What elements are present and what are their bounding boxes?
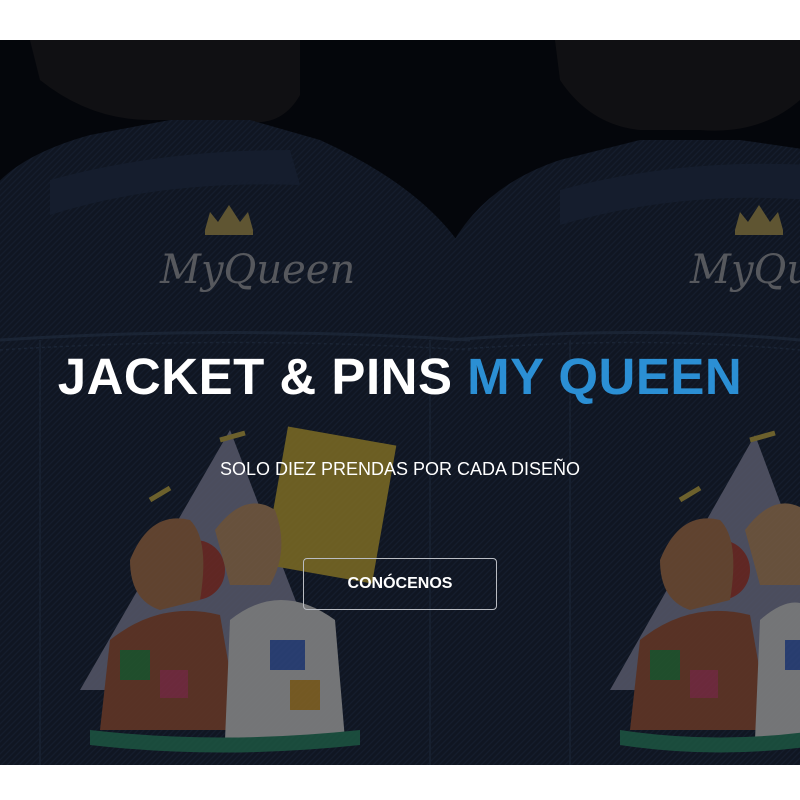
person-head-left <box>30 40 300 123</box>
hero-headline: JACKET & PINS MY QUEEN <box>0 351 800 402</box>
headline-main: JACKET & PINS <box>57 348 453 405</box>
headline-accent: MY QUEEN <box>467 348 743 405</box>
conocenos-button[interactable]: CONÓCENOS <box>303 558 497 610</box>
hero-subtitle: SOLO DIEZ PRENDAS POR CADA DISEÑO <box>219 459 581 479</box>
person-head-right <box>555 40 800 131</box>
jacket-logo-text-left: MyQueen <box>159 247 355 293</box>
jacket-logo-text-right: MyQueen <box>689 247 800 293</box>
hero-banner: MyQueen MyQueen <box>0 40 800 765</box>
